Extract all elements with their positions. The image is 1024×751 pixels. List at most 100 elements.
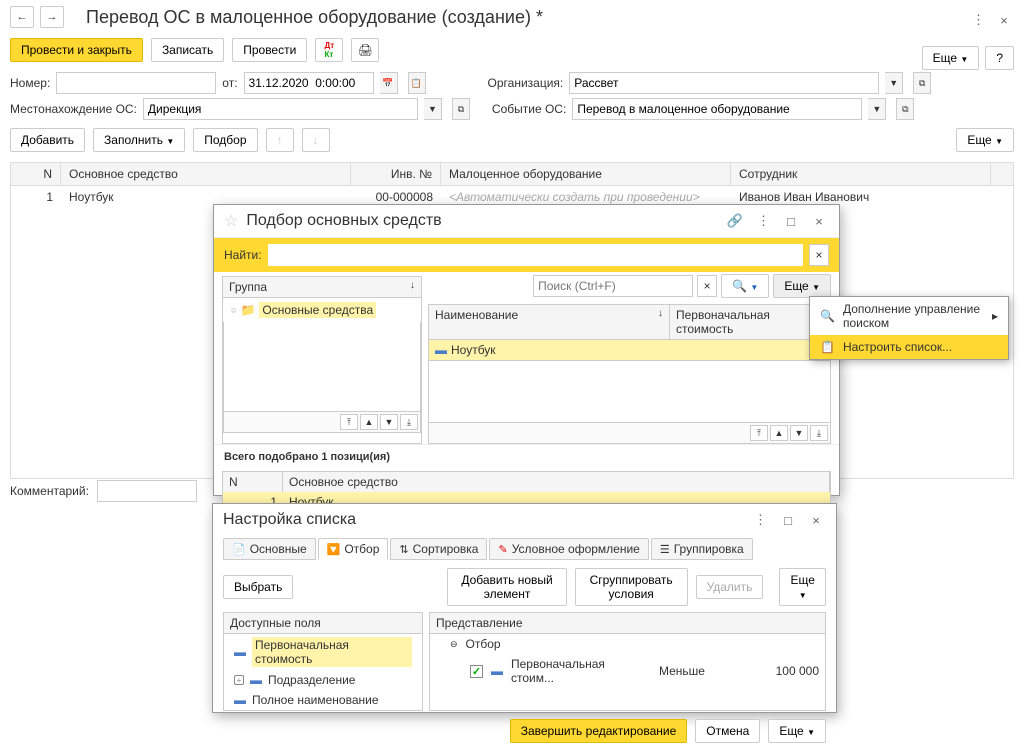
help-button[interactable]: ?	[985, 46, 1014, 70]
dtkt-button[interactable]: ДтКт	[315, 38, 343, 62]
choose-button[interactable]: Выбрать	[223, 575, 293, 599]
list-scroll-top[interactable]: ⤒	[750, 425, 768, 441]
settings-more-button[interactable]: Еще ▼	[768, 719, 826, 743]
forward-button[interactable]: →	[40, 6, 64, 28]
location-dropdown-icon[interactable]: ▼	[424, 98, 442, 120]
org-open-icon[interactable]: ⧉	[913, 72, 931, 94]
favorite-icon[interactable]: ☆	[224, 211, 238, 231]
list-scroll-up[interactable]: ▲	[770, 425, 788, 441]
location-open-icon[interactable]: ⧉	[452, 98, 470, 120]
date-extra-button[interactable]: 📋	[408, 72, 426, 94]
tab-sort[interactable]: ⇅Сортировка	[390, 538, 487, 560]
col-cost[interactable]: Первоначальная стоимость	[670, 305, 830, 340]
post-button[interactable]: Провести	[232, 38, 307, 62]
settings-actions-icon[interactable]: ⋮	[750, 510, 770, 530]
group-col[interactable]: Группа	[229, 280, 410, 294]
cancel-button[interactable]: Отмена	[695, 719, 760, 743]
filter-root[interactable]: ⊖Отбор	[430, 634, 825, 654]
list-row[interactable]: ▬ Ноутбук	[428, 340, 831, 361]
picked-col-n[interactable]: N	[223, 472, 283, 492]
menu-search-addon[interactable]: 🔍 Дополнение управление поиском ▸	[810, 297, 1008, 335]
post-close-button[interactable]: Провести и закрыть	[10, 38, 143, 62]
avail-field[interactable]: ▬Первоначальная стоимость	[224, 634, 422, 670]
col-mal[interactable]: Малоценное оборудование	[441, 163, 731, 185]
location-label: Местонахождение ОС:	[10, 102, 137, 116]
save-button[interactable]: Записать	[151, 38, 224, 62]
event-label: Событие ОС:	[492, 102, 566, 116]
move-down-button[interactable]: ↓	[302, 128, 330, 152]
org-dropdown-icon[interactable]: ▼	[885, 72, 903, 94]
tab-grouping[interactable]: ☰Группировка	[651, 538, 753, 560]
list-scroll-down[interactable]: ▼	[790, 425, 808, 441]
back-button[interactable]: ←	[10, 6, 34, 28]
event-input[interactable]	[572, 98, 862, 120]
search-input[interactable]	[268, 244, 803, 266]
col-n[interactable]: N	[11, 163, 61, 185]
list-settings-icon: 📋	[820, 340, 835, 354]
add-button[interactable]: Добавить	[10, 128, 85, 152]
settings-toolbar-more-button[interactable]: Еще ▼	[779, 568, 826, 606]
add-element-button[interactable]: Добавить новый элемент	[447, 568, 566, 606]
menu-configure-list[interactable]: 📋 Настроить список...	[810, 335, 1008, 359]
list-more-button[interactable]: Еще ▼	[773, 274, 831, 298]
col-os[interactable]: Основное средство	[61, 163, 351, 185]
select-button[interactable]: Подбор	[193, 128, 257, 152]
search-clear-icon[interactable]: ×	[809, 244, 829, 266]
delete-button[interactable]: Удалить	[696, 575, 764, 599]
close-icon[interactable]: ×	[994, 10, 1014, 30]
list-search-clear[interactable]: ×	[697, 275, 717, 297]
filter-representation-label: Представление	[430, 613, 825, 634]
print-button[interactable]: 🖨	[351, 38, 379, 62]
group-tree: Группа ↓ ○ 📁 Основные средства ⤒ ▲ ▼ ⤓	[222, 276, 422, 444]
more-button[interactable]: Еще ▼	[922, 46, 980, 70]
org-input[interactable]	[569, 72, 879, 94]
comment-label: Комментарий:	[10, 484, 89, 498]
picker-title: Подбор основных средств	[246, 212, 717, 230]
folder-icon: 📁	[240, 303, 255, 317]
settings-modal: Настройка списка ⋮ □ × 📄Основные 🔽Отбор …	[212, 503, 837, 713]
link-icon[interactable]: 🔗	[725, 211, 745, 231]
move-up-button[interactable]: ↑	[266, 128, 294, 152]
fill-button[interactable]: Заполнить ▼	[93, 128, 185, 152]
col-inv[interactable]: Инв. №	[351, 163, 441, 185]
avail-field[interactable]: ▬Полное наименование	[224, 690, 422, 710]
location-input[interactable]	[143, 98, 418, 120]
chevron-right-icon: ▸	[992, 309, 998, 323]
picker-close-icon[interactable]: ×	[809, 211, 829, 231]
settings-maximize-icon[interactable]: □	[778, 510, 798, 530]
tree-scroll-bottom[interactable]: ⤓	[400, 414, 418, 430]
avail-field[interactable]: +▬Подразделение	[224, 670, 422, 690]
col-name[interactable]: Наименование↓	[429, 305, 670, 340]
list-scroll-bottom[interactable]: ⤓	[810, 425, 828, 441]
tab-filter[interactable]: 🔽Отбор	[318, 538, 389, 560]
tab-conditional[interactable]: ✎Условное оформление	[489, 538, 648, 560]
maximize-icon[interactable]: □	[781, 211, 801, 231]
list-search-button[interactable]: 🔍 ▼	[721, 274, 769, 298]
group-conditions-button[interactable]: Сгруппировать условия	[575, 568, 688, 606]
event-dropdown-icon[interactable]: ▼	[868, 98, 886, 120]
tree-scroll-top[interactable]: ⤒	[340, 414, 358, 430]
picked-col-os[interactable]: Основное средство	[283, 472, 830, 492]
date-input[interactable]	[244, 72, 374, 94]
event-open-icon[interactable]: ⧉	[896, 98, 914, 120]
list-search-input[interactable]	[533, 275, 693, 297]
tree-scroll-down[interactable]: ▼	[380, 414, 398, 430]
comment-input[interactable]	[97, 480, 197, 502]
col-sotr[interactable]: Сотрудник	[731, 163, 991, 185]
filter-condition-row[interactable]: ✓ ▬ Первоначальная стоим... Меньше 100 0…	[430, 654, 825, 688]
number-input[interactable]	[56, 72, 216, 94]
calendar-icon[interactable]: 📅	[380, 72, 398, 94]
tree-item[interactable]: ○ 📁 Основные средства	[223, 298, 421, 322]
checkbox-icon[interactable]: ✓	[470, 665, 483, 678]
more-menu: 🔍 Дополнение управление поиском ▸ 📋 Наст…	[809, 296, 1009, 360]
tree-scroll-up[interactable]: ▲	[360, 414, 378, 430]
settings-title: Настройка списка	[223, 511, 742, 529]
picker-modal: ☆ Подбор основных средств 🔗 ⋮ □ × Найти:…	[213, 204, 840, 496]
picker-actions-icon[interactable]: ⋮	[753, 211, 773, 231]
tab-basic[interactable]: 📄Основные	[223, 538, 316, 560]
table-more-button[interactable]: Еще ▼	[956, 128, 1014, 152]
settings-close-icon[interactable]: ×	[806, 510, 826, 530]
search-label: Найти:	[224, 248, 262, 262]
finish-editing-button[interactable]: Завершить редактирование	[510, 719, 688, 743]
actions-icon[interactable]: ⋮	[968, 10, 988, 30]
